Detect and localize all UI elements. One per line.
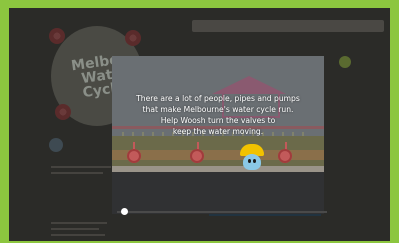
woosh-eye: [248, 159, 251, 163]
woosh-eye: [253, 159, 256, 163]
background-text-line: [51, 234, 105, 236]
scrubber-track[interactable]: [117, 211, 327, 213]
top-navigation-bar[interactable]: [192, 20, 384, 32]
valve-icon[interactable]: [278, 149, 292, 163]
scrubber-knob[interactable]: [121, 208, 128, 215]
video-scrubber[interactable]: [117, 207, 327, 217]
background-text-line: [51, 228, 99, 230]
caption-line-1: There are a lot of people, pipes and pum…: [136, 94, 300, 103]
woosh-character: [243, 154, 261, 170]
video-modal[interactable]: There are a lot of people, pipes and pum…: [112, 56, 324, 214]
valve-icon[interactable]: [127, 149, 141, 163]
video-caption: There are a lot of people, pipes and pum…: [118, 93, 318, 137]
background-text-line: [51, 166, 111, 168]
partner-logo-icon: [49, 138, 63, 152]
background-text-line: [51, 172, 103, 174]
caption-line-4: keep the water moving.: [172, 127, 264, 136]
house-roof: [212, 76, 286, 94]
background-text-line: [51, 222, 107, 224]
page-frame: Melbo Wat Cycl There are a lot of people…: [9, 8, 390, 241]
valve-icon[interactable]: [190, 149, 204, 163]
lightbulb-icon: [339, 56, 351, 68]
logo-flower-icon: [125, 30, 141, 46]
caption-line-2: that make Melbourne's water cycle run.: [142, 105, 294, 114]
logo-flower-icon: [55, 104, 71, 120]
caption-line-3: Help Woosh turn the valves to: [160, 116, 276, 125]
logo-flower-icon: [49, 28, 65, 44]
scene-rail: [112, 150, 324, 160]
